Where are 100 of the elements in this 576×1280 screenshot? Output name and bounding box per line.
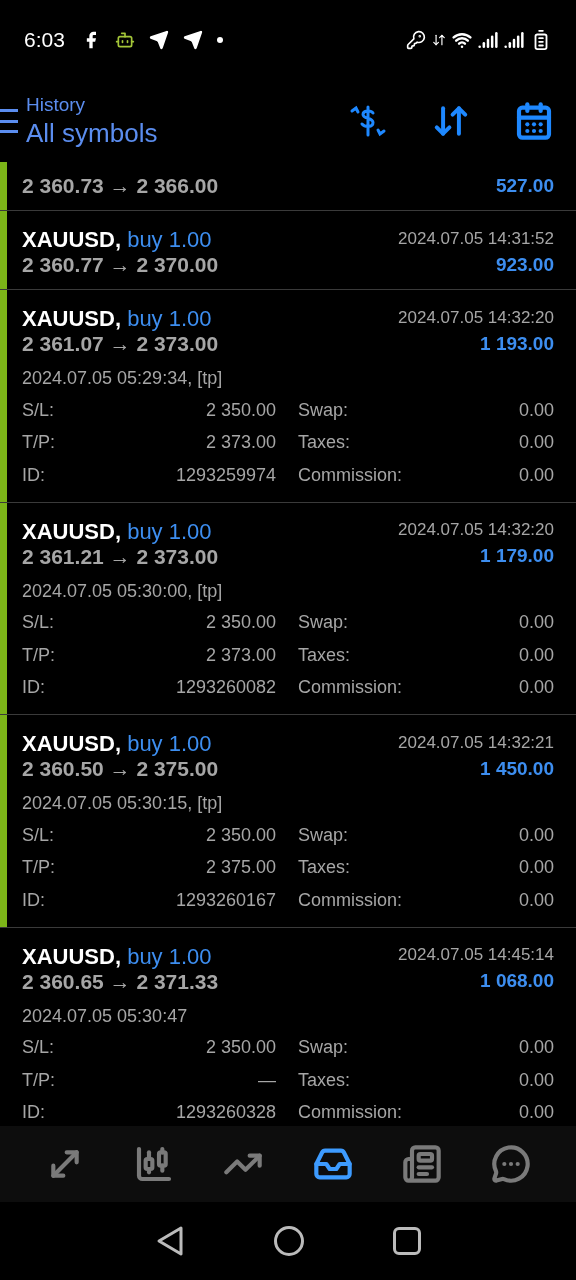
clock-text: 6:03 [24, 27, 65, 54]
detail-value: 0.00 [518, 676, 554, 700]
symbol-text: XAUUSD, [22, 943, 121, 969]
trade-row[interactable]: XAUUSD, buy 1.00 2024.07.05 14:32:20 2 361.21 → 2 373.00 1 179.00 2024.07.05 05:30:00, [tp] S/L: 2 350.00 Swap: 0.00 T/P: 2 373.00 Taxes: 0.00 ID: 1293260082 Commission: 0.00 [0, 502, 576, 715]
price-range-text: 2 360.50 → 2 375.00 [22, 756, 219, 783]
detail-value: 0.00 [518, 888, 554, 912]
detail-label: T/P: [22, 856, 56, 880]
detail-label: Taxes: [298, 431, 352, 455]
detail-label: T/P: [22, 431, 56, 455]
open-time-text: 2024.07.05 05:30:00, [tp] [22, 579, 223, 603]
detail-value: 2 350.00 [204, 611, 276, 635]
trade-row[interactable]: 2 360.73 → 2 366.00 527.00 [0, 162, 576, 211]
price-range-text: 2 360.73 → 2 366.00 [22, 173, 219, 200]
detail-label: Taxes: [298, 1068, 352, 1092]
open-time-text: 2024.07.05 05:29:34, [tp] [22, 367, 223, 390]
detail-label: ID: [22, 676, 46, 700]
detail-value: 1293259974 [174, 463, 276, 487]
detail-value: 2 373.00 [204, 643, 276, 667]
detail-label: Swap: [298, 823, 350, 847]
detail-value: 1293260328 [174, 1101, 276, 1125]
detail-value: 2 350.00 [204, 1036, 276, 1060]
price-range-text: 2 361.07 → 2 373.00 [22, 331, 219, 358]
detail-label: ID: [22, 463, 46, 487]
profit-text: 923.00 [495, 252, 554, 277]
detail-label: T/P: [22, 643, 56, 667]
detail-value: 0.00 [518, 463, 554, 487]
detail-label: S/L: [22, 823, 56, 847]
paper-plane-icon [182, 30, 203, 50]
detail-label: Swap: [298, 398, 350, 422]
trade-row[interactable]: XAUUSD, buy 1.00 2024.07.05 14:32:20 2 361.07 → 2 373.00 1 193.00 2024.07.05 05:29:34, [tp] S/L: 2 350.00 Swap: 0.00 T/P: 2 373.00 Taxes: 0.00 ID: 1293259974 Commission: 0.00 [0, 290, 576, 503]
chat-bubble-icon [491, 1144, 532, 1184]
signal-icon [504, 30, 524, 50]
calendar-button[interactable] [514, 101, 554, 141]
close-time-text: 2024.07.05 14:32:21 [398, 731, 554, 754]
detail-label: Commission: [298, 463, 404, 487]
close-time-text: 2024.07.05 14:32:20 [398, 519, 554, 541]
detail-label: T/P: [22, 1068, 56, 1092]
detail-value: 0.00 [518, 431, 554, 455]
wifi-icon [452, 30, 472, 50]
profit-text: 1 193.00 [480, 331, 554, 356]
detail-value: 0.00 [518, 1036, 554, 1060]
close-time-text: 2024.07.05 14:31:52 [398, 227, 554, 250]
detail-label: Taxes: [298, 643, 352, 667]
detail-value: 0.00 [518, 856, 554, 880]
trade-side-text: buy 1.00 [127, 518, 212, 544]
recents-button[interactable] [393, 1227, 422, 1255]
detail-label: S/L: [22, 1036, 56, 1060]
detail-value: 1293260167 [174, 888, 276, 912]
detail-value: — [257, 1068, 276, 1092]
profit-text: 1 450.00 [480, 756, 554, 781]
detail-value: 0.00 [518, 823, 554, 847]
detail-label: Swap: [298, 611, 350, 635]
symbol-text: XAUUSD, [22, 518, 121, 544]
menu-button[interactable] [0, 109, 18, 133]
detail-label: Commission: [298, 888, 404, 912]
price-range-text: 2 361.21 → 2 373.00 [22, 544, 219, 570]
data-arrows-icon [432, 33, 446, 47]
symbol-text: XAUUSD, [22, 731, 121, 756]
detail-value: 0.00 [518, 611, 554, 635]
detail-value: 0.00 [518, 398, 554, 422]
symbol-text: XAUUSD, [22, 227, 121, 252]
detail-value: 1293260082 [174, 676, 276, 700]
trade-row[interactable]: XAUUSD, buy 1.00 2024.07.05 14:31:52 2 360.77 → 2 370.00 923.00 [0, 211, 576, 290]
home-button[interactable] [274, 1226, 304, 1256]
detail-value: 0.00 [518, 643, 554, 667]
profit-text: 1 179.00 [480, 544, 554, 569]
detail-value: 0.00 [518, 1101, 554, 1125]
paper-plane-icon [148, 30, 169, 50]
trade-row[interactable]: XAUUSD, buy 1.00 2024.07.05 14:32:21 2 360.50 → 2 375.00 1 450.00 2024.07.05 05:30:15, [tp] S/L: 2 350.00 Swap: 0.00 T/P: 2 375.00 Taxes: 0.00 ID: 1293260167 Commission: 0.00 [0, 715, 576, 928]
detail-value: 2 375.00 [204, 856, 276, 880]
symbol-text: XAUUSD, [22, 306, 121, 331]
trade-side-text: buy 1.00 [127, 943, 212, 969]
close-time-text: 2024.07.05 14:32:20 [398, 306, 554, 329]
detail-label: Swap: [298, 1036, 350, 1060]
close-time-text: 2024.07.05 14:45:14 [398, 944, 554, 966]
signal-icon [478, 30, 498, 50]
trade-side-text: buy 1.00 [127, 306, 212, 331]
detail-label: Commission: [298, 676, 404, 700]
detail-value: 0.00 [518, 1068, 554, 1092]
detail-label: Commission: [298, 1101, 404, 1125]
profit-text: 1 068.00 [480, 969, 554, 994]
detail-label: ID: [22, 1101, 46, 1125]
detail-value: 2 373.00 [204, 431, 276, 455]
price-range-text: 2 360.65 → 2 371.33 [22, 969, 219, 995]
profit-text: 527.00 [495, 173, 554, 198]
trade-side-text: buy 1.00 [127, 227, 212, 252]
header-title: All symbols [26, 116, 158, 150]
open-time-text: 2024.07.05 05:30:47 [22, 1004, 188, 1028]
newspaper-icon [401, 1144, 442, 1184]
price-range-text: 2 360.77 → 2 370.00 [22, 252, 219, 279]
detail-label: S/L: [22, 611, 56, 635]
header-subtitle: History [26, 92, 87, 117]
detail-value: 2 350.00 [204, 398, 276, 422]
detail-label: S/L: [22, 398, 56, 422]
trade-side-text: buy 1.00 [127, 731, 212, 756]
key-icon [406, 30, 426, 50]
candlestick-icon [134, 1144, 174, 1184]
detail-label: ID: [22, 888, 46, 912]
detail-label: Taxes: [298, 856, 352, 880]
open-time-text: 2024.07.05 05:30:15, [tp] [22, 792, 223, 815]
